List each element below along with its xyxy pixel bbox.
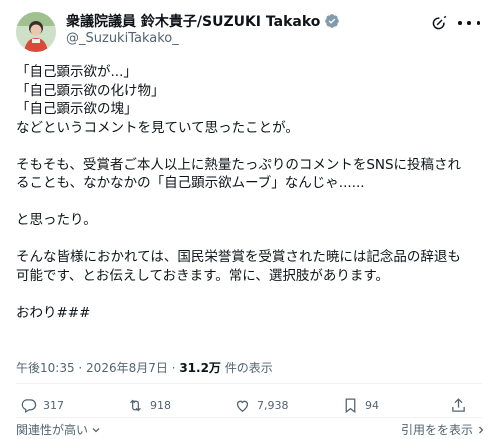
views-count: 31.2万 <box>179 361 221 375</box>
body-line: 「自己顕示欲が...」 <box>16 64 137 80</box>
divider <box>16 383 482 384</box>
view-quotes-link[interactable]: 引用をを表示 <box>401 421 487 438</box>
like-count: 7,938 <box>257 398 289 412</box>
body-line: ることも、なかなかの「自己顕示欲ムーブ」なんじゃ...... <box>16 175 365 191</box>
body-line: 「自己顕示欲の塊」 <box>16 101 138 117</box>
like-icon <box>236 400 249 412</box>
author-display-name[interactable]: 衆議院議員 鈴木貴子/SUZUKI Takako <box>66 11 320 31</box>
grok-icon[interactable] <box>430 14 448 32</box>
sort-label: 関連性が高い <box>16 423 89 437</box>
share-button[interactable] <box>450 393 467 417</box>
chevron-down-icon <box>92 427 100 432</box>
quotes-label: 引用をを表示 <box>401 423 474 437</box>
bookmark-button[interactable]: 94 <box>342 393 379 417</box>
share-icon <box>452 397 465 412</box>
more-icon[interactable] <box>458 14 480 32</box>
bookmark-count: 94 <box>365 398 379 412</box>
body-line: おわり### <box>16 304 91 321</box>
meta-separator: · <box>167 361 180 375</box>
repost-button[interactable]: 918 <box>127 393 171 417</box>
verified-badge-icon <box>325 14 340 28</box>
post-time[interactable]: 午後10:35 <box>16 361 75 375</box>
post-body: 「自己顕示欲が...」 「自己顕示欲の化け物」 「自己顕示欲の塊」 などというコ… <box>16 63 482 322</box>
post-date[interactable]: 2026年8月7日 <box>86 361 168 375</box>
repost-icon <box>130 399 141 411</box>
profile-avatar[interactable] <box>16 12 56 52</box>
sort-dropdown[interactable]: 関連性が高い <box>16 421 102 438</box>
author-name-row: 衆議院議員 鈴木貴子/SUZUKI Takako <box>66 11 340 31</box>
body-line: そんな皆様におかれては、国民栄誉賞を受賞された暁には記念品の辞退も <box>16 249 461 265</box>
repost-count: 918 <box>150 398 171 412</box>
body-line: 「自己顕示欲の化け物」 <box>16 82 165 99</box>
body-line: などというコメントを見ていて思ったことが。 <box>16 119 299 136</box>
chevron-right-icon <box>479 426 484 433</box>
body-line: そもそも、受賞者ご本人以上に熱量たっぷりのコメントをSNSに投稿され <box>16 156 462 173</box>
reply-count: 317 <box>43 398 64 412</box>
action-bar: 317 918 7,938 94 <box>0 393 496 417</box>
like-button[interactable]: 7,938 <box>234 393 289 417</box>
views-label: 件の表示 <box>220 361 273 375</box>
meta-separator: · <box>74 361 87 375</box>
author-handle[interactable]: @_SuzukiTakako_ <box>66 31 179 46</box>
more-dot <box>476 21 480 25</box>
more-dot <box>467 21 471 25</box>
post: 衆議院議員 鈴木貴子/SUZUKI Takako @_SuzukiTakako_… <box>0 0 496 439</box>
body-line: と思ったり。 <box>16 212 97 228</box>
body-line: 可能です、とお伝えしておきます。常に、選択肢があります。 <box>16 267 390 284</box>
more-dot <box>458 21 462 25</box>
post-meta: 午後10:35 · 2026年8月7日 · 31.2万 件の表示 <box>16 359 273 376</box>
reply-button[interactable]: 317 <box>20 393 64 417</box>
bookmark-icon <box>345 397 356 413</box>
divider <box>16 417 482 418</box>
avatar-image <box>16 12 56 52</box>
reply-icon <box>21 398 37 413</box>
